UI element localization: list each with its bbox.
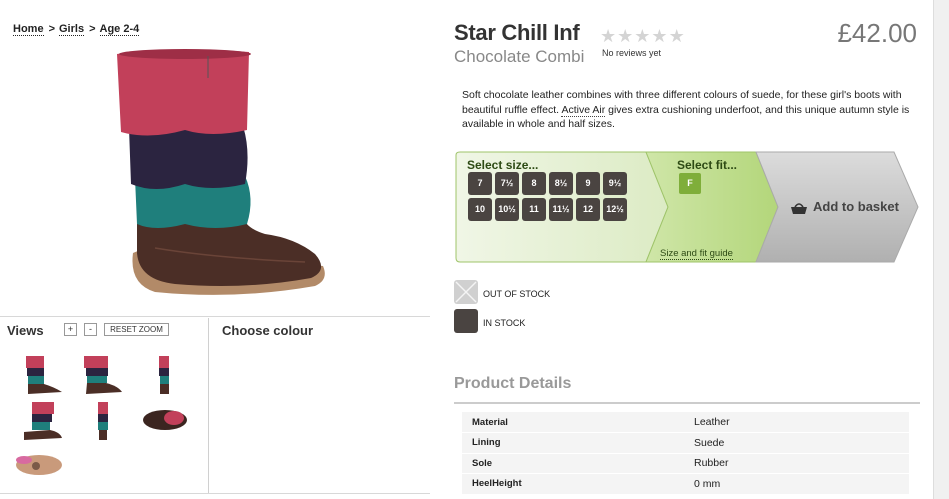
breadcrumb-separator: > xyxy=(48,23,55,35)
detail-value: 0 mm xyxy=(686,473,909,495)
left-panel-bottom-divider xyxy=(0,493,430,494)
choose-colour-label: Choose colour xyxy=(222,323,314,338)
size-option-button[interactable]: 12 xyxy=(576,198,600,221)
add-to-basket-button[interactable]: Add to basket xyxy=(790,199,899,215)
breadcrumb-girls[interactable]: Girls xyxy=(59,23,85,36)
cross-icon xyxy=(455,281,477,303)
page-scrollbar[interactable] xyxy=(933,0,949,499)
breadcrumb-age[interactable]: Age 2-4 xyxy=(99,23,140,36)
table-row: Lining Suede xyxy=(462,432,909,454)
star-icon: ★ xyxy=(600,26,618,46)
fit-option-f[interactable]: F xyxy=(679,173,701,194)
active-air-link[interactable]: Active Air xyxy=(561,103,606,117)
in-stock-swatch xyxy=(454,309,478,333)
size-option-button[interactable]: 9½ xyxy=(603,172,627,195)
product-details-title: Product Details xyxy=(454,375,572,392)
star-icon: ★ xyxy=(617,26,635,46)
add-to-basket-label: Add to basket xyxy=(813,199,899,214)
table-row: HeelHeight 0 mm xyxy=(462,473,909,495)
breadcrumb-home[interactable]: Home xyxy=(13,23,44,36)
select-fit-label: Select fit... xyxy=(677,158,738,172)
product-main-image[interactable] xyxy=(115,48,335,306)
size-fit-guide-link[interactable]: Size and fit guide xyxy=(660,248,733,260)
detail-key: Lining xyxy=(462,432,686,454)
zoom-in-button[interactable]: + xyxy=(64,323,77,336)
out-of-stock-label: OUT OF STOCK xyxy=(483,289,551,299)
product-price: £42.00 xyxy=(837,18,917,48)
star-icon: ★ xyxy=(651,26,669,46)
breadcrumb-separator: > xyxy=(89,23,96,35)
detail-value: Leather xyxy=(686,412,909,433)
thumbnail-side-view[interactable] xyxy=(20,354,70,396)
size-option-button[interactable]: 9 xyxy=(576,172,600,195)
rating-stars: ★★★★★ xyxy=(600,26,686,46)
detail-key: Material xyxy=(462,412,686,433)
views-colour-divider xyxy=(208,318,209,494)
views-label: Views xyxy=(7,323,44,338)
star-icon: ★ xyxy=(668,26,686,46)
in-stock-label: IN STOCK xyxy=(483,318,526,328)
product-details-rule xyxy=(454,402,920,404)
thumbnail-back-view[interactable] xyxy=(140,354,190,396)
size-option-button[interactable]: 8 xyxy=(522,172,546,195)
product-details-table: Material Leather Lining Suede Sole Rubber H… xyxy=(462,412,909,495)
detail-value: Rubber xyxy=(686,453,909,474)
size-option-button[interactable]: 10 xyxy=(468,198,492,221)
boot-pink-cuff xyxy=(117,49,249,136)
left-panel-divider xyxy=(0,316,430,317)
basket-icon xyxy=(791,202,807,214)
table-row: Material Leather xyxy=(462,412,909,433)
reviews-count[interactable]: No reviews yet xyxy=(602,48,661,58)
size-option-button[interactable]: 11 xyxy=(522,198,546,221)
reset-zoom-button[interactable]: RESET ZOOM xyxy=(104,323,169,336)
table-row: Sole Rubber xyxy=(462,453,909,474)
zoom-out-button[interactable]: - xyxy=(84,323,97,336)
detail-key: Sole xyxy=(462,453,686,474)
select-size-label: Select size... xyxy=(467,158,539,172)
size-option-button[interactable]: 8½ xyxy=(549,172,573,195)
size-option-button[interactable]: 10½ xyxy=(495,198,519,221)
detail-key: HeelHeight xyxy=(462,473,686,495)
product-title: Star Chill Inf xyxy=(454,20,580,45)
detail-value: Suede xyxy=(686,432,909,454)
product-colour-name: Chocolate Combi xyxy=(454,47,585,66)
thumbnail-narrow-front-view[interactable] xyxy=(78,400,128,442)
thumbnail-front-view[interactable] xyxy=(78,354,128,396)
star-icon: ★ xyxy=(634,26,652,46)
size-option-button[interactable]: 7 xyxy=(468,172,492,195)
out-of-stock-swatch xyxy=(454,280,478,304)
product-description: Soft chocolate leather combines with thr… xyxy=(462,88,912,132)
size-option-button[interactable]: 12½ xyxy=(603,198,627,221)
breadcrumb: Home > Girls > Age 2-4 xyxy=(13,23,140,36)
size-option-button[interactable]: 11½ xyxy=(549,198,573,221)
thumbnail-sole-view[interactable] xyxy=(14,446,64,488)
size-option-button[interactable]: 7½ xyxy=(495,172,519,195)
thumbnail-three-quarter-view[interactable] xyxy=(20,400,70,442)
thumbnail-top-view[interactable] xyxy=(140,400,190,442)
